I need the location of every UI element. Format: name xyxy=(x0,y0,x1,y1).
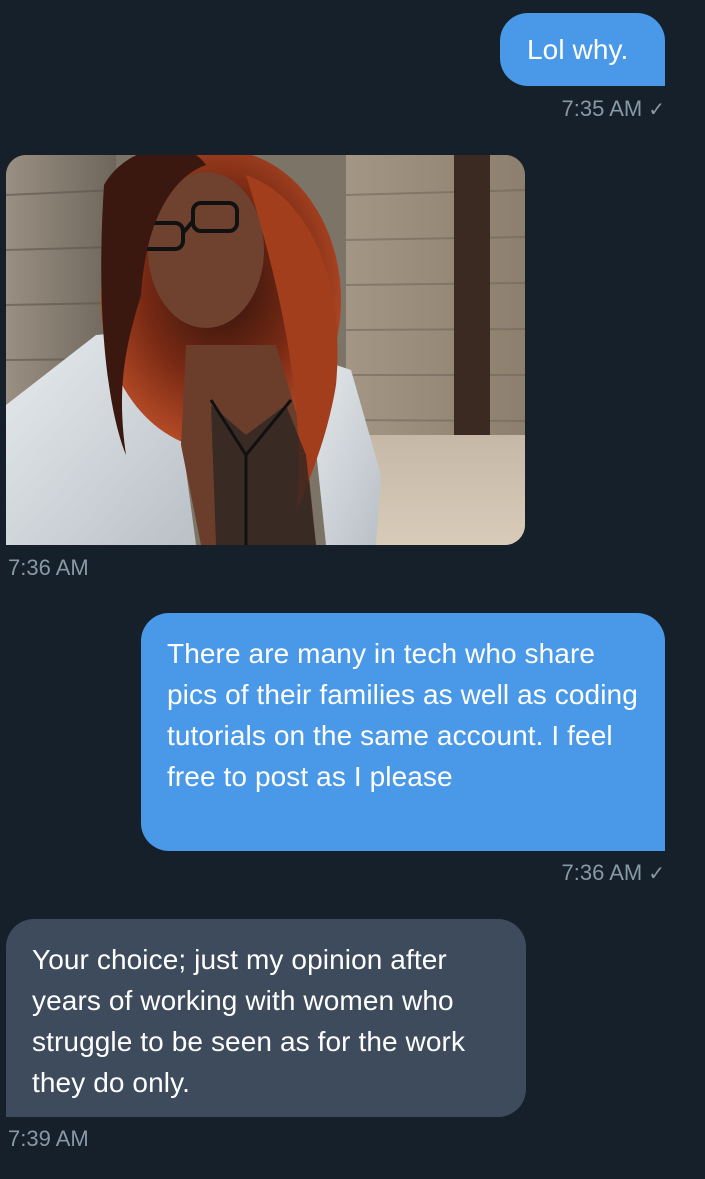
message-timestamp: 7:35 AM ✓ xyxy=(562,96,665,123)
selfie-photo xyxy=(6,155,525,545)
timestamp-text: 7:36 AM xyxy=(561,860,643,885)
timestamp-text: 7:39 AM xyxy=(8,1126,89,1151)
sent-check-icon: ✓ xyxy=(648,863,665,885)
timestamp-text: 7:35 AM xyxy=(561,96,643,121)
message-timestamp: 7:36 AM xyxy=(8,555,89,581)
received-message-bubble[interactable]: Your choice; just my opinion after years… xyxy=(6,919,526,1117)
sent-check-icon: ✓ xyxy=(648,99,665,121)
message-text: Lol why. xyxy=(527,34,629,65)
message-timestamp: 7:39 AM xyxy=(8,1126,89,1152)
message-text: Your choice; just my opinion after years… xyxy=(32,944,466,1098)
sent-message-bubble[interactable]: Lol why. xyxy=(500,13,665,86)
dm-conversation: { "messages": [ {"type": "text", "direct… xyxy=(0,0,705,1179)
timestamp-text: 7:36 AM xyxy=(8,555,89,580)
message-timestamp: 7:36 AM ✓ xyxy=(562,860,665,887)
sent-message-bubble[interactable]: There are many in tech who share pics of… xyxy=(141,613,665,851)
message-text: There are many in tech who share pics of… xyxy=(167,638,638,792)
received-photo[interactable] xyxy=(6,155,525,545)
